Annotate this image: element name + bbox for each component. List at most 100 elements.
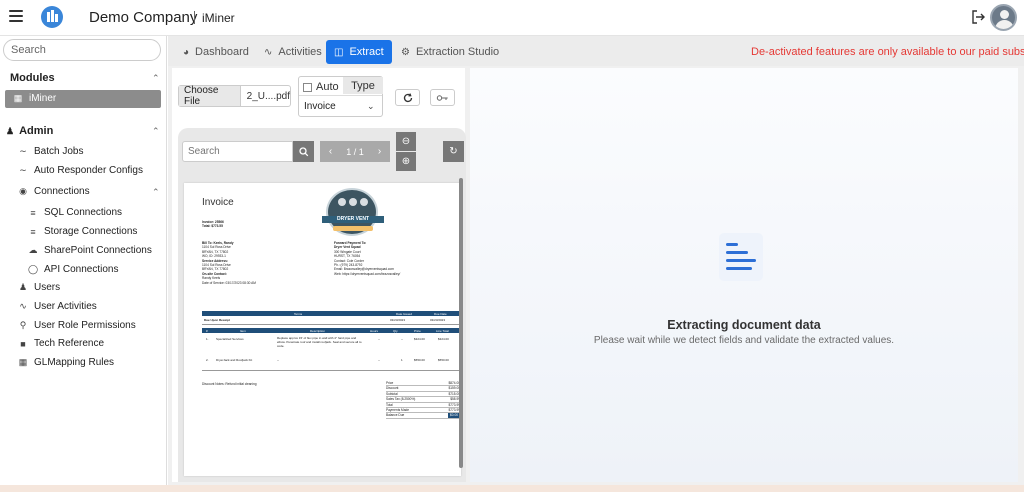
- auto-label: Auto: [316, 81, 339, 93]
- tab-dashboard[interactable]: ◕ Dashboard: [175, 40, 257, 64]
- sidebar-item-users[interactable]: ♟ Users: [17, 282, 60, 293]
- remit-to-block: Forward Payment To: Dryer Vent Squad 300 W…: [334, 241, 400, 276]
- sidebar-search-input[interactable]: [3, 39, 161, 61]
- sidebar-item-label: Tech Reference: [34, 338, 105, 349]
- sidebar-item-connections[interactable]: ◉ Connections: [17, 186, 90, 197]
- admin-label: Admin: [19, 125, 54, 137]
- terms-header: Terms: [294, 311, 303, 316]
- tab-extraction-studio[interactable]: ⚙ Extraction Studio: [393, 40, 507, 64]
- company-name: Demo Company: [89, 9, 198, 26]
- app-name: iMiner: [202, 11, 235, 25]
- invoice-line: Web: https://dryerventsquad.com/brazosva…: [334, 271, 401, 276]
- sidebar-item-tech-reference[interactable]: ■ Tech Reference: [17, 338, 104, 349]
- hamburger-menu-icon[interactable]: [9, 10, 23, 22]
- due-date-header: Due Date: [434, 311, 447, 316]
- summary-label: Total: [386, 402, 393, 407]
- table-cell: 1: [401, 358, 403, 362]
- logout-icon[interactable]: [970, 9, 986, 25]
- cloud-icon: ☁: [28, 245, 38, 255]
- summary-label: Sales Tax (8.2500%): [386, 397, 416, 402]
- viewer-search-button[interactable]: [293, 141, 314, 162]
- table-cell: --: [277, 358, 279, 362]
- sidebar-item-label: Connections: [34, 186, 90, 197]
- rotate-button[interactable]: ↻: [443, 141, 464, 162]
- document-type-select[interactable]: Invoice ⌄: [299, 95, 382, 116]
- viewer-search-input[interactable]: [182, 141, 293, 162]
- dashboard-icon: ◕: [183, 46, 190, 58]
- admin-icon: ♟: [6, 125, 15, 136]
- list-icon: ≡: [30, 207, 36, 218]
- line-items-table: # Item Description Hours Qty Price Line …: [202, 328, 460, 372]
- key-button[interactable]: [430, 89, 455, 106]
- lock-icon: ⚲: [19, 320, 27, 330]
- choose-file-button[interactable]: Choose File: [179, 85, 241, 107]
- studio-icon: ⚙: [401, 46, 410, 58]
- col-header: Description: [310, 328, 326, 333]
- sidebar-item-label: Auto Responder Configs: [34, 165, 143, 176]
- chevron-up-icon[interactable]: ⌃: [152, 73, 160, 84]
- users-icon: ♟: [18, 282, 28, 292]
- sidebar-item-auto-responder[interactable]: ∼ Auto Responder Configs: [17, 165, 143, 176]
- sidebar-item-label: SharePoint Connections: [44, 245, 152, 256]
- tab-extract[interactable]: ◫ Extract: [326, 40, 392, 64]
- type-label: Type: [343, 77, 383, 94]
- bill-to-block: Bill To: Keels, Randy 1104 Sul Ross Drive…: [202, 241, 256, 285]
- logo-text: DRYER VENT: [322, 216, 384, 223]
- sidebar-item-sharepoint-connections[interactable]: ☁ SharePoint Connections: [27, 245, 152, 256]
- sidebar-item-label: Storage Connections: [44, 226, 138, 237]
- rotate-icon: ↻: [449, 146, 458, 157]
- auto-responder-icon: ∼: [19, 165, 27, 175]
- invoice-total-text: Total: $773.55: [202, 224, 223, 228]
- extraction-subtitle: Please wait while we detect fields and v…: [593, 335, 895, 346]
- previous-page-button[interactable]: ‹: [320, 141, 341, 162]
- sidebar-item-user-activities[interactable]: ∿ User Activities: [17, 301, 97, 312]
- summary-row: Balance Due $0.00: [386, 413, 460, 419]
- table-cell: --: [378, 337, 380, 341]
- next-page-button[interactable]: ›: [369, 141, 390, 162]
- page-indicator: 1 / 1: [341, 141, 369, 162]
- search-icon: [298, 146, 308, 156]
- tab-activities[interactable]: ∿ Activities: [256, 40, 330, 64]
- table-cell: DryerJack and Roofjack Kit: [216, 358, 253, 362]
- document-type-value: Invoice: [304, 100, 336, 112]
- main-content: Choose File 2_U....pdf Auto Type Invoice…: [168, 66, 1024, 485]
- zoom-out-icon: ⊖: [401, 136, 411, 147]
- sidebar-item-glmapping-rules[interactable]: ▦ GLMapping Rules: [17, 357, 114, 368]
- zoom-in-button[interactable]: ⊕: [396, 152, 416, 171]
- auto-checkbox[interactable]: [303, 82, 312, 92]
- terms-value: Due Upon Receipt: [204, 318, 230, 322]
- chevron-up-icon[interactable]: ⌃: [152, 187, 160, 198]
- date-issued-value: 03/23/2023: [390, 318, 406, 322]
- file-name: 2_U....pdf: [246, 90, 290, 102]
- zoom-out-button[interactable]: ⊖: [396, 132, 416, 151]
- sidebar-item-user-role-permissions[interactable]: ⚲ User Role Permissions: [17, 320, 136, 331]
- chevron-right-icon: ›: [377, 146, 382, 157]
- sidebar-item-api-connections[interactable]: ◯ API Connections: [27, 264, 119, 275]
- modules-heading[interactable]: Modules: [10, 72, 55, 84]
- table-cell: 2.: [206, 358, 209, 362]
- sidebar-item-storage-connections[interactable]: ≡ Storage Connections: [27, 226, 137, 237]
- admin-heading[interactable]: ♟ Admin: [6, 125, 53, 137]
- auto-toggle[interactable]: Auto: [303, 81, 339, 93]
- sidebar-item-sql-connections[interactable]: ≡ SQL Connections: [27, 207, 122, 218]
- company-logo-icon[interactable]: [41, 6, 63, 28]
- sidebar-item-label: GLMapping Rules: [34, 357, 115, 368]
- col-header: Hours: [370, 328, 379, 333]
- summary-label: Discount: [386, 386, 399, 391]
- table-cell: $550.00: [414, 358, 425, 362]
- date-issued-header: Date Issued: [396, 311, 413, 316]
- chevron-left-icon: ‹: [328, 146, 333, 157]
- user-avatar[interactable]: [990, 4, 1017, 31]
- file-picker[interactable]: Choose File 2_U....pdf: [178, 85, 291, 107]
- sidebar-item-batch-jobs[interactable]: ∼ Batch Jobs: [17, 146, 83, 157]
- reset-button[interactable]: [395, 89, 420, 106]
- invoice-page: Invoice Invoice: 25566 Total: $773.55 DR…: [184, 183, 461, 476]
- extraction-title: Extracting document data: [667, 318, 821, 332]
- key-icon: [436, 94, 448, 101]
- chevron-up-icon[interactable]: ⌃: [152, 126, 160, 137]
- dryer-vent-logo: DRYER VENT: [322, 188, 384, 236]
- viewer-scrollbar[interactable]: [459, 178, 463, 468]
- connections-icon: ◉: [19, 186, 27, 196]
- due-date-value: 03/23/2023: [430, 318, 446, 322]
- col-header: Line Total: [436, 328, 449, 333]
